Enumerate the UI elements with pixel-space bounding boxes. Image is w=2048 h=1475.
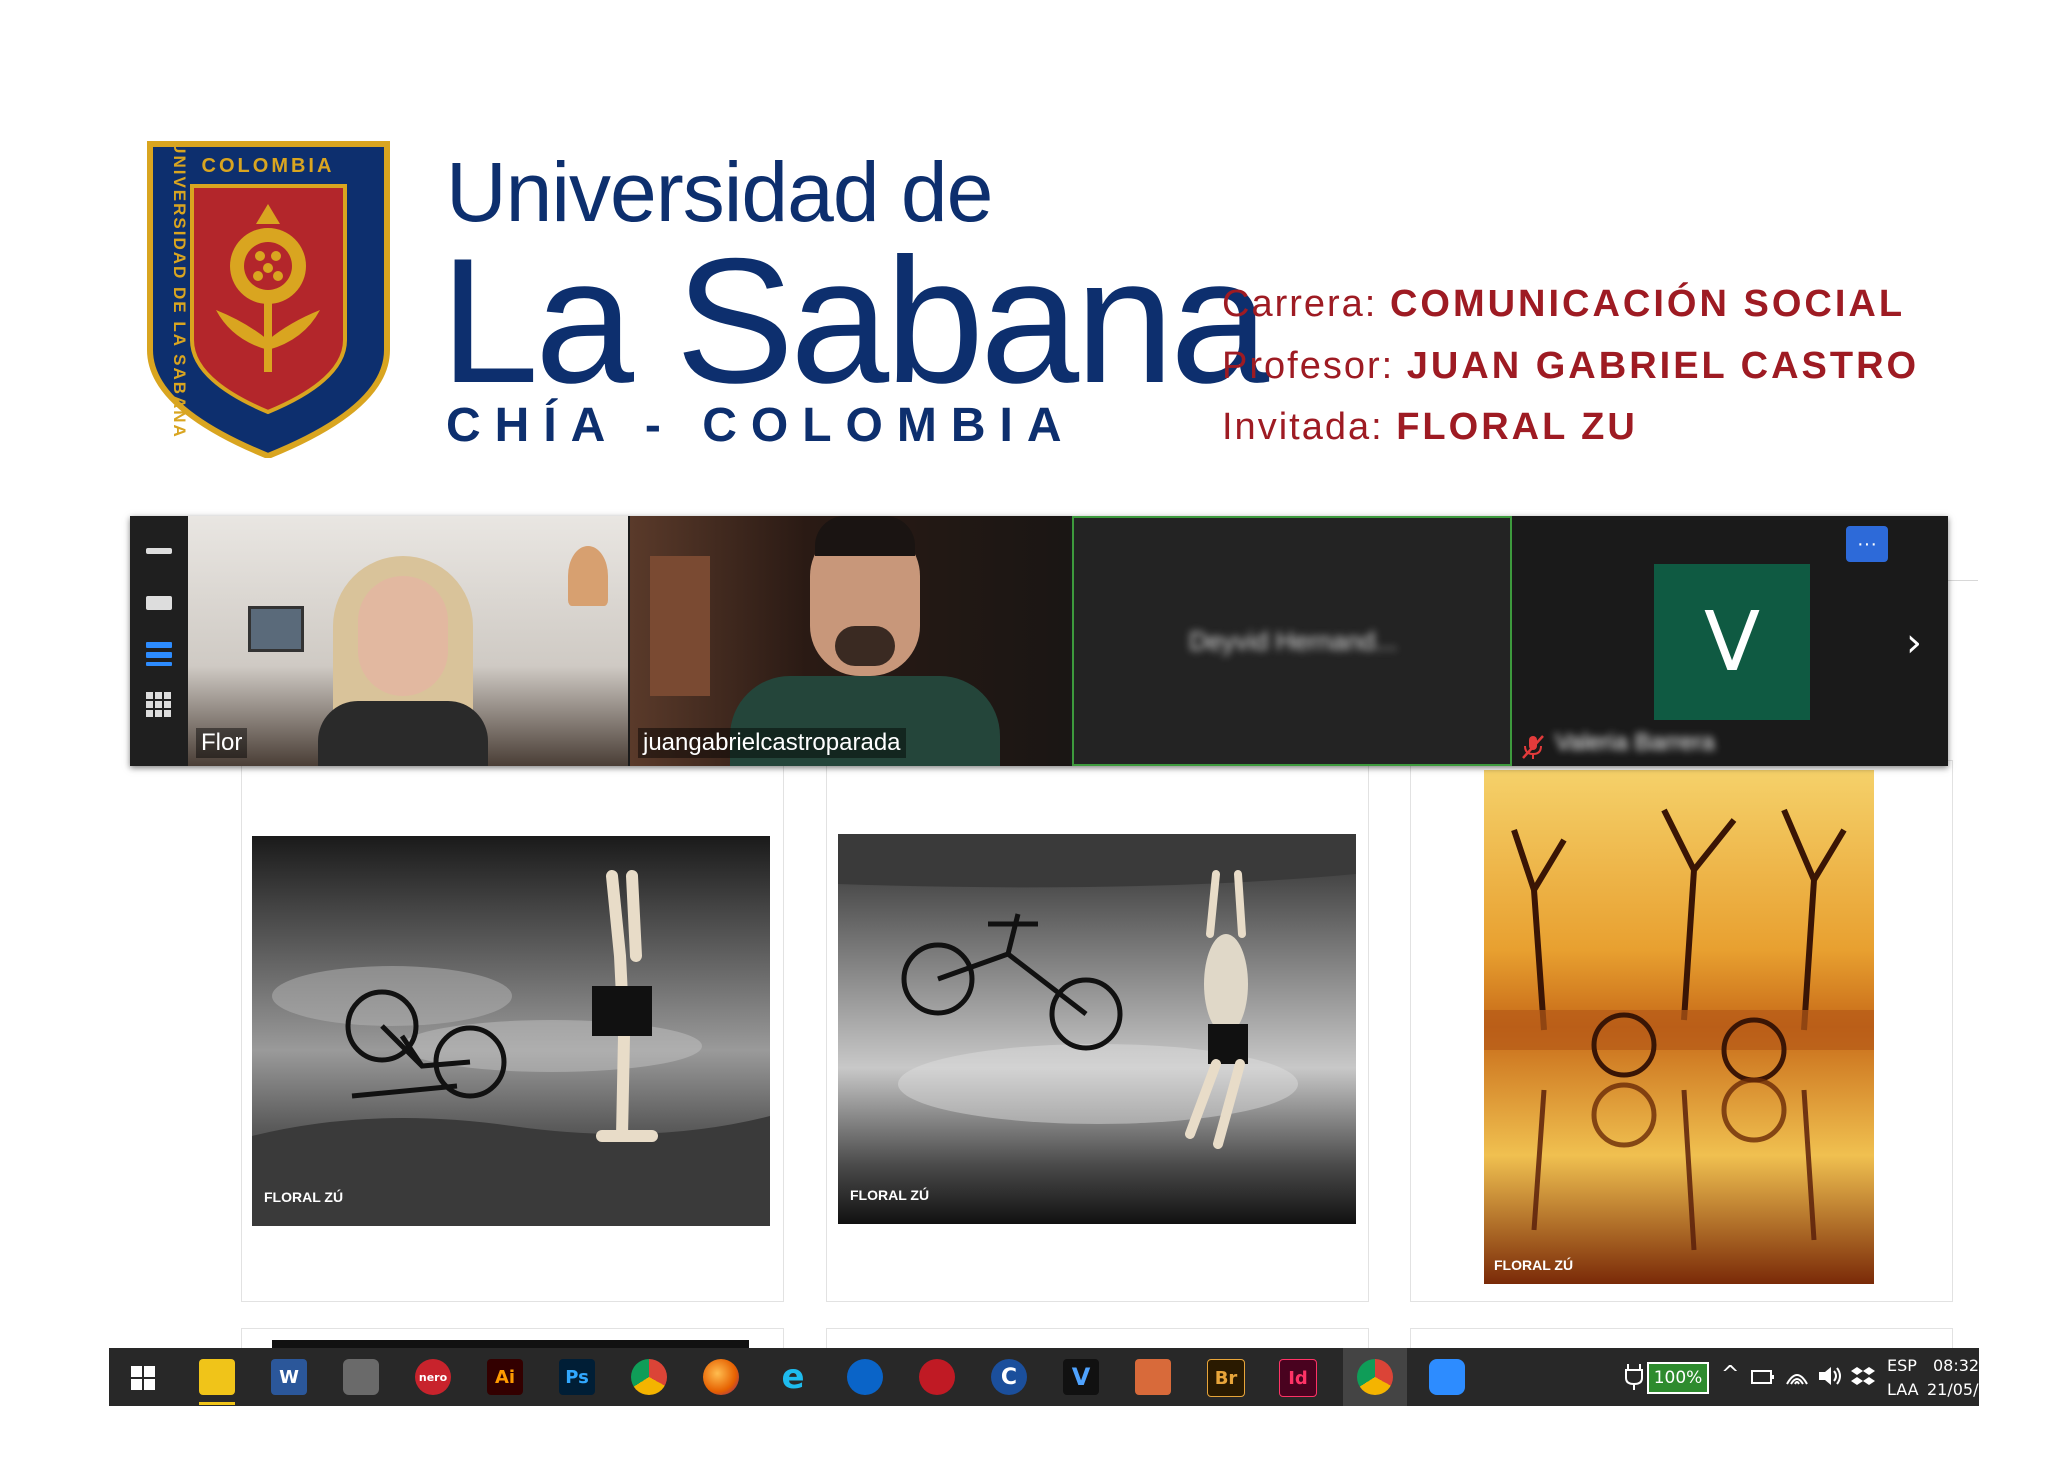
windows-taskbar: W nero Ai Ps e C V Br Id 100% ^ ESP LAA … xyxy=(109,1348,1979,1406)
indesign-icon[interactable]: Id xyxy=(1279,1359,1317,1397)
firefox-icon[interactable] xyxy=(703,1359,739,1395)
gallery-photo-handstand[interactable]: FLORAL ZÚ xyxy=(252,836,770,1226)
career-label: Carrera: xyxy=(1222,283,1378,325)
internet-explorer-icon[interactable]: e xyxy=(775,1357,811,1397)
career-value: COMUNICACIÓN SOCIAL xyxy=(1389,283,1906,325)
word-icon[interactable]: W xyxy=(271,1359,307,1395)
chrome-icon[interactable] xyxy=(631,1359,667,1395)
participant-tile-1[interactable]: Flor xyxy=(188,516,628,766)
bridge-icon[interactable]: Br xyxy=(1207,1359,1245,1397)
photo-watermark: FLORAL ZÚ xyxy=(1494,1256,1573,1273)
chrome-active-icon[interactable] xyxy=(1357,1359,1393,1395)
professor-line: Profesor: JUAN GABRIEL CASTRO xyxy=(1222,347,1919,385)
next-page-arrow[interactable]: › xyxy=(1906,620,1922,666)
battery-tray-icon[interactable] xyxy=(1751,1368,1775,1386)
gallery-grid-icon[interactable] xyxy=(146,692,172,718)
muted-mic-icon xyxy=(1522,735,1544,759)
participant-face xyxy=(358,576,448,696)
ccleaner-icon[interactable]: C xyxy=(991,1359,1027,1395)
participant-name: juangabrielcastroparada xyxy=(638,728,906,758)
onedrive-icon[interactable] xyxy=(847,1359,883,1395)
show-hidden-icons-chevron[interactable]: ^ xyxy=(1721,1362,1739,1387)
wifi-icon[interactable] xyxy=(1785,1364,1809,1388)
file-explorer-icon[interactable] xyxy=(199,1359,235,1405)
participant-tile-3[interactable]: Deyvid Hernand... xyxy=(1072,516,1512,766)
university-location: CHÍA - COLOMBIA xyxy=(446,399,1076,452)
battery-indicator[interactable]: 100% xyxy=(1647,1362,1709,1394)
gallery-photo-bike-reflection[interactable]: FLORAL ZÚ xyxy=(1484,770,1874,1284)
zoom-icon[interactable] xyxy=(1429,1359,1465,1395)
university-crest-logo: COLOMBIA UNIVERSIDAD DE LA SABANA xyxy=(147,141,390,458)
participant-name-blurred: Deyvid Hernand... xyxy=(1188,626,1398,656)
vegas-icon[interactable]: V xyxy=(1063,1359,1099,1395)
guest-value: FLORAL ZU xyxy=(1396,406,1638,448)
davinci-icon[interactable] xyxy=(919,1359,955,1395)
speaker-view-button[interactable] xyxy=(146,596,172,610)
video-meeting-strip: Flor juangabrielcastroparada Deyvid Hern… xyxy=(130,516,1948,766)
plug-icon[interactable] xyxy=(1624,1362,1644,1392)
participant-name: Flor xyxy=(196,728,248,758)
photoshop-icon[interactable]: Ps xyxy=(559,1359,595,1395)
language-code[interactable]: ESP xyxy=(1887,1356,1917,1375)
photo-watermark: FLORAL ZÚ xyxy=(264,1188,343,1205)
windows-start-icon[interactable] xyxy=(131,1366,155,1390)
view-toolbar xyxy=(130,516,188,766)
camera-icon[interactable] xyxy=(343,1359,379,1395)
dropbox-icon[interactable] xyxy=(1851,1364,1875,1388)
guest-line: Invitada: FLORAL ZU xyxy=(1222,408,1638,446)
participant-tile-4[interactable]: V ··· › Valeria Barrera xyxy=(1514,516,1948,766)
participant-avatar: V xyxy=(1654,564,1810,720)
gallery-photo-hanging[interactable]: FLORAL ZÚ xyxy=(838,834,1356,1224)
minimize-view-button[interactable] xyxy=(146,548,172,554)
strip-view-button[interactable] xyxy=(146,642,172,666)
career-line: Carrera: COMUNICACIÓN SOCIAL xyxy=(1222,285,1905,323)
participant-hair xyxy=(815,516,915,556)
wall-picture xyxy=(248,606,304,652)
photo-watermark: FLORAL ZÚ xyxy=(850,1186,929,1203)
nero-icon[interactable]: nero xyxy=(415,1359,451,1395)
gallery-photo-4-edge xyxy=(272,1340,749,1348)
illustrator-icon[interactable]: Ai xyxy=(487,1359,523,1395)
professor-value: JUAN GABRIEL CASTRO xyxy=(1406,345,1920,387)
professor-label: Profesor: xyxy=(1222,345,1395,387)
background-shelf xyxy=(650,556,710,696)
more-options-button[interactable]: ··· xyxy=(1846,526,1888,562)
svg-text:UNIVERSIDAD DE LA SABANA: UNIVERSIDAD DE LA SABANA xyxy=(170,141,189,439)
svg-text:COLOMBIA: COLOMBIA xyxy=(202,155,335,177)
participant-tile-2[interactable]: juangabrielcastroparada xyxy=(630,516,1070,766)
lamp xyxy=(568,546,608,606)
participant-beard xyxy=(835,626,895,666)
clock-time[interactable]: 08:32 xyxy=(1933,1356,1979,1375)
participant-body xyxy=(318,701,488,766)
guest-label: Invitada: xyxy=(1222,406,1384,448)
gallery-app-icon[interactable] xyxy=(1135,1359,1171,1395)
participant-name-blurred: Valeria Barrera xyxy=(1555,729,1715,756)
clock-date[interactable]: 21/05/ xyxy=(1927,1380,1979,1399)
keyboard-layout[interactable]: LAA xyxy=(1887,1380,1919,1399)
svg-text:FLORAL ZÚ: FLORAL ZÚ xyxy=(264,1188,343,1205)
university-name-line2: La Sabana xyxy=(440,221,1269,420)
volume-icon[interactable] xyxy=(1817,1364,1843,1388)
